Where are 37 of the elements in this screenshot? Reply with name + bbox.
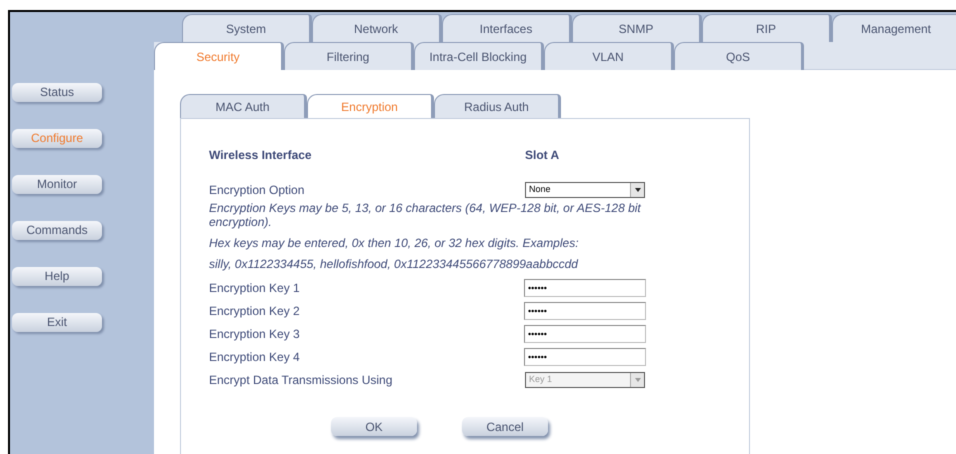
help-text: silly, 0x1122334455, hellofishfood, 0x112233445566778899aabbccdd [209,257,580,271]
form-label: Encryption Option [209,182,306,199]
sidebar-button[interactable]: Monitor [12,175,102,194]
form-label: Encryption Key 2 [209,303,301,320]
form-label: Encryption Key 1 [209,280,301,297]
tab[interactable]: Network [312,14,442,42]
sidebar-button[interactable]: Exit [12,313,102,332]
key-input[interactable]: •••••• [524,302,646,320]
help-text: Encryption Keys may be 5, 13, or 16 characters (64, WEP-128 bit, or AES-128 bit encryption). [209,201,642,229]
form-label: Encryption Key 3 [209,326,301,343]
tab[interactable]: VLAN [544,42,674,70]
key-input[interactable]: •••••• [524,325,646,343]
form-label: Wireless Interface [209,147,313,164]
tab[interactable]: Management [832,14,956,42]
form-button[interactable]: OK [331,417,417,436]
tab[interactable]: SNMP [572,14,702,42]
tab[interactable]: MAC Auth [180,94,307,118]
tab[interactable]: System [182,14,312,42]
form-label: Encrypt Data Transmissions Using [209,372,394,389]
dropdown-arrow-icon [634,188,640,192]
sidebar-button[interactable]: Commands [12,221,102,240]
key-input[interactable]: •••••• [524,279,646,297]
dropdown-arrow-icon [634,378,640,382]
help-text: Hex keys may be entered, 0x then 10, 26, or 32 hex digits. Examples: [209,236,580,250]
key-input[interactable]: •••••• [524,348,646,366]
tab[interactable]: QoS [674,42,804,70]
tab[interactable]: Interfaces [442,14,572,42]
select-field[interactable]: None [525,182,645,198]
form-label: Encryption Key 4 [209,349,301,366]
tab[interactable]: Intra-Cell Blocking [414,42,544,70]
form-button[interactable]: Cancel [462,417,548,436]
sidebar-button[interactable]: Status [12,83,102,102]
tab[interactable]: Filtering [284,42,414,70]
tab[interactable]: RIP [702,14,832,42]
tab[interactable]: Radius Auth [434,94,561,118]
slot-label: Slot A [525,147,560,164]
sidebar-button[interactable]: Help [12,267,102,286]
